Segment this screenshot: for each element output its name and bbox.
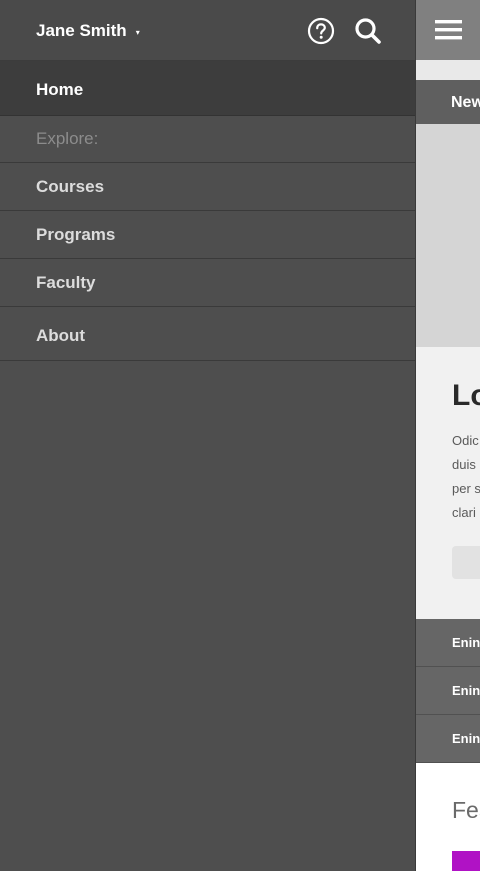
link-row-label: Enin: [452, 635, 480, 650]
hero-image: [416, 124, 480, 347]
news-tab[interactable]: New: [416, 80, 480, 124]
link-row[interactable]: Enin: [416, 619, 480, 667]
featured-title: Fea: [452, 797, 480, 823]
link-row[interactable]: Enin: [416, 715, 480, 763]
nav-item-courses-label: Courses: [36, 177, 105, 196]
user-menu[interactable]: Jane Smith ▾: [36, 19, 140, 43]
featured-accent-bar: [452, 851, 480, 871]
nav-item-faculty-label: Faculty: [36, 273, 96, 292]
link-row-label: Enin: [452, 683, 480, 698]
content-card: Lo Odic duis per s clari: [416, 347, 480, 619]
search-icon[interactable]: [353, 16, 383, 46]
help-circle-icon[interactable]: [307, 17, 335, 45]
main-page: New Lo Odic duis per s clari Enin Enin E…: [415, 0, 480, 871]
card-text-line: per s: [452, 481, 480, 496]
drawer-header: Jane Smith ▾: [0, 0, 415, 61]
nav-item-home[interactable]: Home: [0, 61, 415, 116]
nav-section-explore: Explore:: [0, 115, 415, 163]
card-button[interactable]: [452, 546, 480, 579]
link-row[interactable]: Enin: [416, 667, 480, 715]
featured-section: Fea: [416, 763, 480, 871]
navigation-drawer: Jane Smith ▾ Home Explore: Courses Progr…: [0, 0, 415, 871]
user-name: Jane Smith: [36, 21, 127, 40]
card-text: Odic duis per s clari: [452, 429, 480, 525]
nav-item-about-label: About: [36, 326, 86, 345]
page-strip: [416, 60, 480, 80]
nav-item-programs[interactable]: Programs: [0, 211, 415, 259]
card-text-line: Odic: [452, 433, 479, 448]
nav-item-about[interactable]: About: [0, 306, 415, 361]
nav-item-courses[interactable]: Courses: [0, 163, 415, 211]
nav-item-programs-label: Programs: [36, 225, 116, 244]
card-title: Lo: [452, 379, 480, 412]
news-tab-label: New: [451, 94, 480, 111]
card-text-line: clari: [452, 505, 476, 520]
nav-item-faculty[interactable]: Faculty: [0, 259, 415, 307]
card-text-line: duis: [452, 457, 476, 472]
caret-down-icon: ▾: [135, 27, 140, 37]
nav-item-home-label: Home: [36, 80, 84, 99]
nav-section-explore-label: Explore:: [36, 129, 99, 148]
hamburger-menu-icon: [435, 20, 462, 40]
link-row-label: Enin: [452, 731, 480, 746]
menu-toggle-button[interactable]: [416, 0, 480, 60]
